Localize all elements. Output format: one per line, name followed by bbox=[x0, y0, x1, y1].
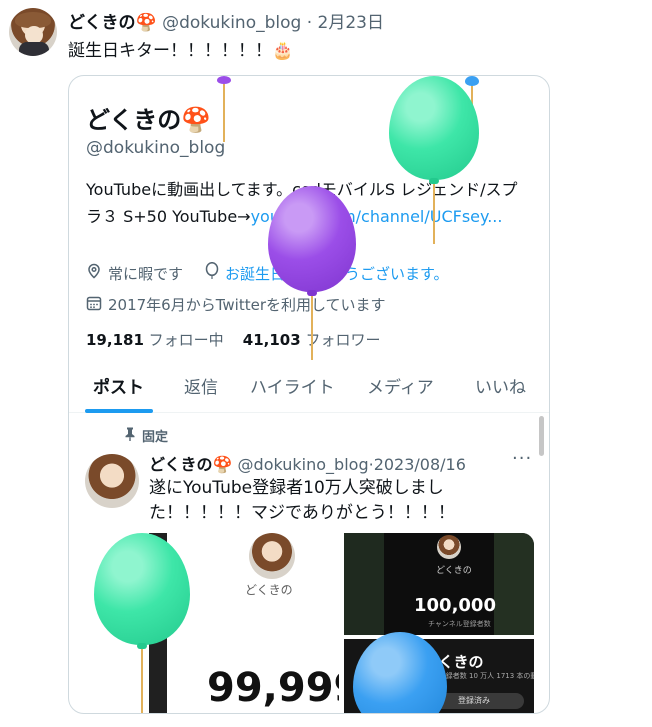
post-author-name[interactable]: どくきの🍄 bbox=[149, 455, 232, 474]
media-top-avatar bbox=[437, 535, 461, 559]
media-top-name: どくきの bbox=[436, 566, 472, 576]
balloon-purple-1 bbox=[268, 186, 356, 292]
balloon-green-1 bbox=[389, 76, 479, 180]
profile-tabs: ポスト 返信 ハイライト メディア いいね bbox=[69, 363, 549, 413]
media-channel-name: どくきの bbox=[245, 583, 293, 597]
separator: · bbox=[306, 13, 313, 33]
tab-likes[interactable]: いいね bbox=[475, 373, 526, 398]
tweet-text: 誕生日キター！！！！！！🎂 bbox=[68, 41, 294, 61]
tweet-author-line: どくきの🍄 @dokukino_blog · 2月23日 bbox=[68, 8, 384, 33]
calendar-icon bbox=[86, 295, 102, 315]
media-image-top[interactable]: どくきの 100,000 チャンネル登録者数 bbox=[344, 533, 534, 635]
followers-label[interactable]: フォロワー bbox=[305, 331, 380, 349]
balloon-purple-small bbox=[217, 76, 231, 84]
profile-meta-row: 常に暇です お誕生日おめでとうございます。 bbox=[86, 261, 449, 284]
post-avatar[interactable] bbox=[85, 454, 139, 508]
scrollbar[interactable] bbox=[539, 416, 544, 456]
pinned-label: 固定 bbox=[142, 430, 169, 445]
balloon-string bbox=[433, 184, 435, 244]
media-top-caption: チャンネル登録者数 bbox=[428, 620, 491, 628]
followers-count[interactable]: 41,103 bbox=[243, 331, 301, 349]
post-header: どくきの🍄 @dokukino_blog·2023/08/16 bbox=[149, 451, 466, 475]
following-count[interactable]: 19,181 bbox=[86, 331, 144, 349]
pin-icon bbox=[124, 427, 136, 445]
tab-media[interactable]: メディア bbox=[367, 373, 434, 398]
post-text: 遂にYouTube登録者10万人突破しました！！！！！マジでありがとう！！！！ bbox=[149, 478, 455, 523]
profile-screenshot-card[interactable]: どくきの🍄 @dokukino_blog YouTubeに動画出してます。cod… bbox=[68, 75, 550, 714]
tab-highlights[interactable]: ハイライト bbox=[250, 373, 335, 398]
balloon-green-2 bbox=[94, 533, 190, 645]
author-handle[interactable]: @dokukino_blog bbox=[162, 13, 301, 33]
post-date[interactable]: 2023/08/16 bbox=[374, 455, 466, 474]
balloon-string bbox=[223, 84, 225, 142]
balloon-string bbox=[141, 649, 143, 713]
location-text: 常に暇です bbox=[108, 264, 184, 283]
profile-name: どくきの🍄 bbox=[86, 106, 212, 134]
following-label[interactable]: フォロー中 bbox=[149, 331, 224, 349]
more-icon[interactable]: ··· bbox=[512, 448, 532, 469]
media-count-top: 100,000 bbox=[414, 595, 496, 616]
tab-replies[interactable]: 返信 bbox=[184, 373, 218, 398]
balloon-string bbox=[311, 296, 313, 360]
pinned-label-row: 固定 bbox=[124, 426, 168, 445]
profile-handle: @dokukino_blog bbox=[86, 138, 226, 158]
tweet-date[interactable]: 2月23日 bbox=[318, 13, 384, 33]
location-icon bbox=[86, 263, 102, 283]
tab-posts[interactable]: ポスト bbox=[93, 373, 144, 398]
joined-row: 2017年6月からTwitterを利用しています bbox=[86, 294, 386, 315]
media-count-main: 99,999 bbox=[207, 665, 339, 711]
active-tab-indicator bbox=[85, 409, 153, 413]
balloon-icon bbox=[205, 261, 219, 284]
follow-stats: 19,181 フォロー中 41,103 フォロワー bbox=[86, 329, 380, 350]
joined-text: 2017年6月からTwitterを利用しています bbox=[108, 296, 386, 314]
media-avatar bbox=[249, 533, 295, 579]
balloon-blue-small bbox=[465, 76, 479, 86]
post-author-handle[interactable]: @dokukino_blog bbox=[238, 455, 369, 474]
author-avatar[interactable] bbox=[9, 8, 57, 56]
author-name[interactable]: どくきの🍄 bbox=[68, 13, 157, 33]
